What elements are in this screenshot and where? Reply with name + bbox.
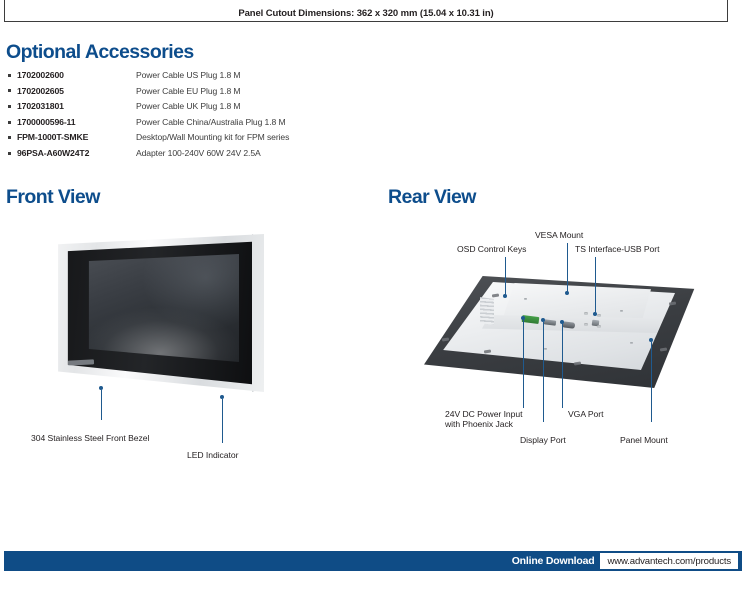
callout-label-panel-mount: Panel Mount (620, 435, 668, 445)
accessory-part-number: 1702002600 (17, 70, 64, 80)
front-panel-illustration (56, 228, 276, 398)
front-view-heading: Front View (6, 186, 100, 208)
callout-line-led-indicator (222, 399, 224, 443)
callout-line-stainless-bezel (101, 390, 103, 420)
callout-label-display-port: Display Port (520, 435, 566, 445)
list-item: 1702031801 Power Cable UK Plug 1.8 M (8, 101, 428, 117)
vesa-mount-hole (584, 323, 588, 326)
vesa-mount-hole (584, 312, 588, 315)
callout-line-osd-control-keys (505, 257, 507, 295)
list-item: 1702002605 Power Cable EU Plug 1.8 M (8, 86, 428, 102)
accessory-description: Power Cable UK Plug 1.8 M (136, 101, 241, 112)
accessory-description: Adapter 100-240V 60W 24V 2.5A (136, 147, 261, 158)
optional-accessories-heading: Optional Accessories (6, 41, 194, 63)
accessory-part-number: FPM-1000T-SMKE (17, 132, 89, 143)
list-item: 1702002600 Power Cable US Plug 1.8 M (8, 70, 428, 86)
accessory-description: Power Cable US Plug 1.8 M (136, 70, 241, 80)
accessory-part-number: 1702031801 (17, 101, 64, 112)
panel-cutout-dimensions-text: Panel Cutout Dimensions: 362 x 320 mm (1… (238, 8, 494, 19)
osd-control-keys (480, 297, 494, 325)
callout-line-panel-mount (651, 342, 653, 422)
lcd-screen (88, 254, 239, 362)
callout-line-power-input (523, 320, 525, 408)
list-item: FPM-1000T-SMKE Desktop/Wall Mounting kit… (8, 132, 428, 148)
callout-label-osd-control-keys: OSD Control Keys (457, 244, 527, 254)
footer-url-box[interactable]: www.advantech.com/products (600, 553, 738, 569)
list-item: 1700000596-11 Power Cable China/Australi… (8, 117, 428, 133)
callout-line-vesa-mount (567, 243, 569, 292)
callout-label-ts-interface-usb-port: TS Interface-USB Port (575, 244, 660, 254)
callout-label-vesa-mount: VESA Mount (535, 230, 584, 240)
accessory-part-number: 1702002605 (17, 85, 64, 96)
bullet-icon (8, 119, 17, 127)
bullet-icon (8, 134, 17, 142)
online-download-label: Online Download (511, 555, 595, 567)
footer-url-text: www.advantech.com/products (607, 555, 731, 567)
bullet-icon (8, 88, 17, 96)
callout-line-display-port (543, 322, 545, 422)
bullet-icon (8, 150, 17, 158)
front-view-product-image (56, 228, 276, 398)
rear-view-heading: Rear View (388, 186, 476, 208)
bullet-icon (8, 103, 17, 111)
bullet-icon (8, 72, 17, 80)
optional-accessories-list: 1702002600 Power Cable US Plug 1.8 M 170… (8, 70, 428, 164)
footer-download-group: Online Download www.advantech.com/produc… (512, 551, 738, 571)
callout-label-power-input: 24V DC Power Input (445, 409, 523, 419)
callout-line-ts-interface-usb-port (595, 257, 597, 313)
vesa-mount-hole (597, 325, 601, 328)
callout-label-vga-port: VGA Port (568, 409, 604, 419)
accessory-part-number: 96PSA-A60W24T2 (17, 147, 90, 158)
accessory-description: Power Cable China/Australia Plug 1.8 M (136, 116, 286, 127)
callout-label-power-input-line2: with Phoenix Jack (445, 419, 513, 429)
accessory-description: Desktop/Wall Mounting kit for FPM series (136, 132, 290, 143)
vesa-mount-hole (597, 314, 601, 317)
accessory-description: Power Cable EU Plug 1.8 M (136, 85, 241, 96)
accessory-part-number: 1700000596-11 (17, 116, 76, 127)
panel-cutout-spec-box: Panel Cutout Dimensions: 362 x 320 mm (1… (4, 0, 728, 22)
list-item: 96PSA-A60W24T2 Adapter 100-240V 60W 24V … (8, 148, 428, 164)
callout-label-stainless-bezel: 304 Stainless Steel Front Bezel (31, 433, 150, 443)
callout-label-led-indicator: LED Indicator (187, 450, 239, 460)
callout-line-vga-port (562, 324, 564, 408)
